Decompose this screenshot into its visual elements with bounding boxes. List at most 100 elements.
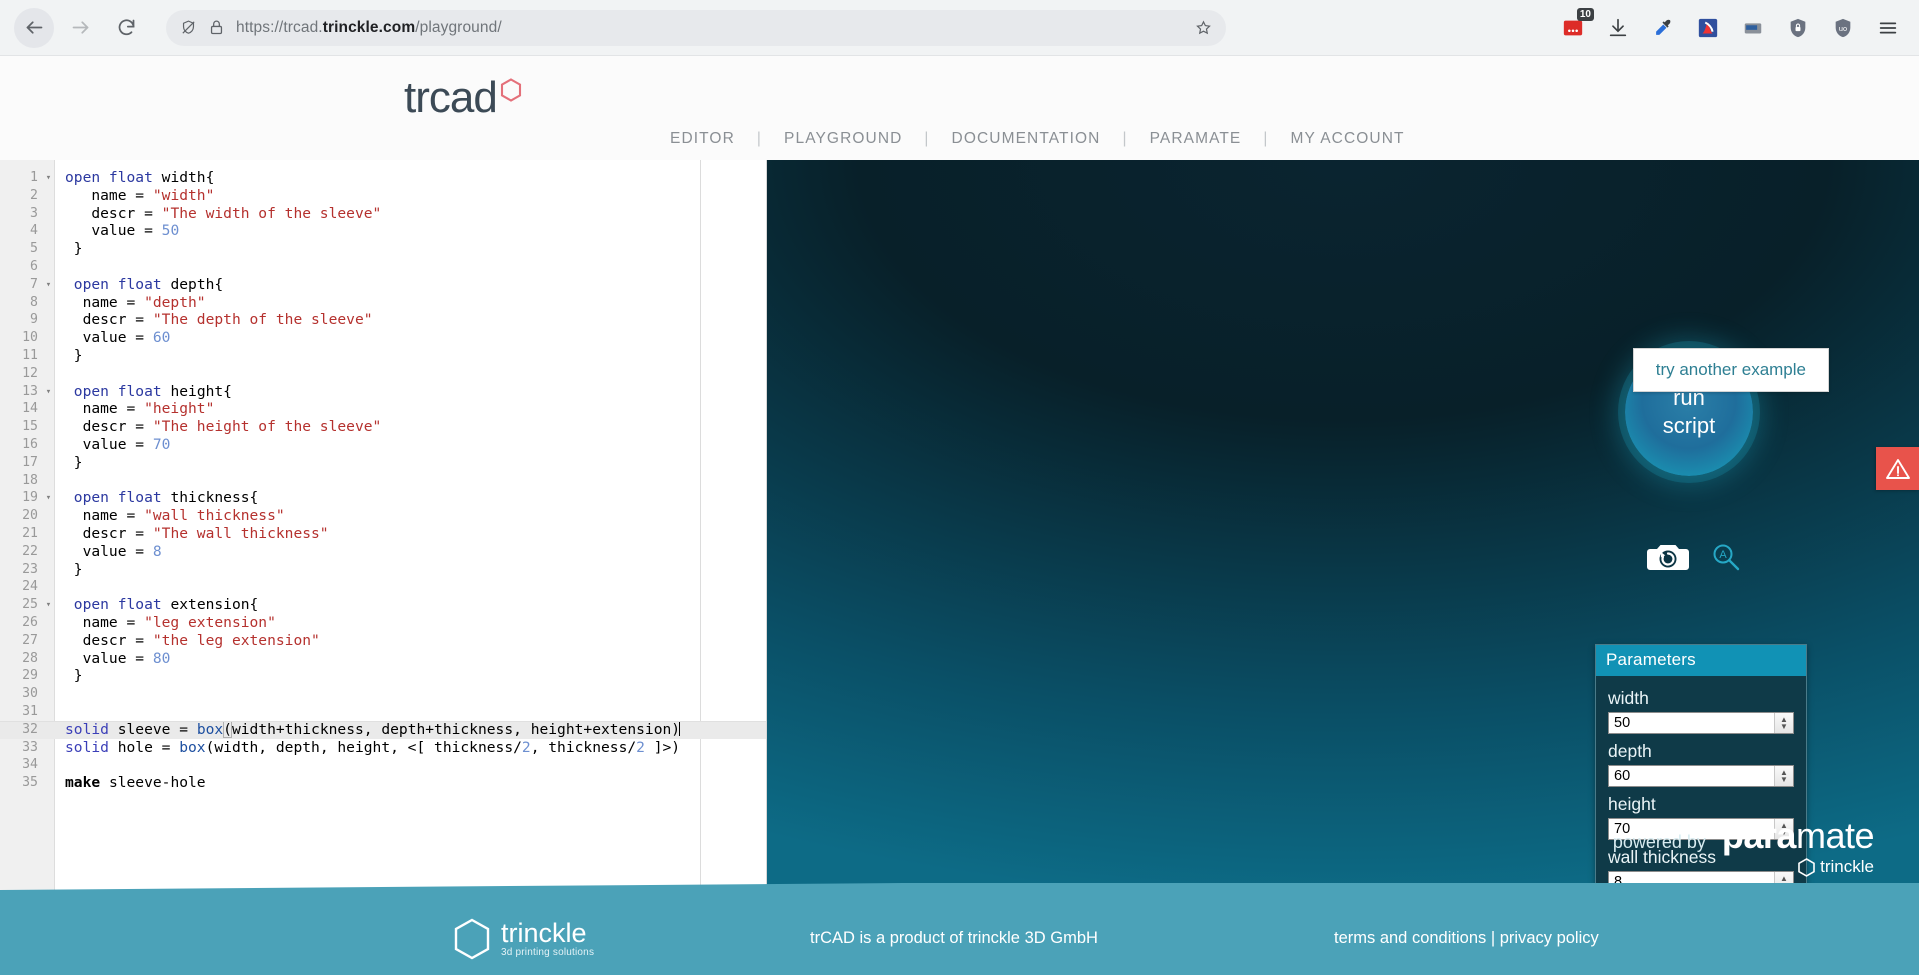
code-line[interactable]: 9 descr = "The depth of the sleeve" bbox=[0, 311, 766, 329]
code-line[interactable]: 22 value = 8 bbox=[0, 543, 766, 561]
fold-toggle-icon[interactable]: ▾ bbox=[42, 276, 55, 294]
code-line[interactable]: 29 } bbox=[0, 667, 766, 685]
code-line[interactable]: 35make sleeve-hole bbox=[0, 774, 766, 792]
code-line[interactable]: 16 value = 70 bbox=[0, 436, 766, 454]
paramate-logo-bold: para bbox=[1722, 815, 1796, 856]
star-icon[interactable] bbox=[1195, 19, 1212, 36]
code-lines[interactable]: 1▾open float width{2 name = "width"3 des… bbox=[0, 160, 766, 792]
code-line[interactable]: 3 descr = "The width of the sleeve" bbox=[0, 205, 766, 223]
code-line[interactable]: 25▾ open float extension{ bbox=[0, 596, 766, 614]
run-script-label-line2: script bbox=[1663, 412, 1716, 440]
parameter-stepper-depth[interactable]: ▲▼ bbox=[1774, 766, 1793, 786]
code-line[interactable]: 6 bbox=[0, 258, 766, 276]
parameter-input-width[interactable] bbox=[1608, 712, 1794, 734]
forward-button[interactable] bbox=[60, 8, 100, 48]
code-line[interactable]: 4 value = 50 bbox=[0, 222, 766, 240]
code-line[interactable]: 19▾ open float thickness{ bbox=[0, 489, 766, 507]
fold-toggle-icon[interactable]: ▾ bbox=[42, 169, 55, 187]
zoom-auto-icon[interactable]: A bbox=[1711, 542, 1741, 572]
code-line[interactable]: 20 name = "wall thickness" bbox=[0, 507, 766, 525]
code-line[interactable]: 21 descr = "The wall thickness" bbox=[0, 525, 766, 543]
parameter-input-depth[interactable] bbox=[1608, 765, 1794, 787]
eyedropper-button[interactable] bbox=[1650, 15, 1676, 41]
extension-colorful-button[interactable] bbox=[1695, 15, 1721, 41]
footer-logo[interactable]: trinckle 3d printing solutions bbox=[452, 917, 594, 961]
code-line[interactable]: 28 value = 80 bbox=[0, 650, 766, 668]
code-editor[interactable]: 1▾open float width{2 name = "width"3 des… bbox=[0, 160, 767, 902]
code-line[interactable]: 13▾ open float height{ bbox=[0, 383, 766, 401]
parameter-stepper-width[interactable]: ▲▼ bbox=[1774, 713, 1793, 733]
code-line[interactable]: 11 } bbox=[0, 347, 766, 365]
code-line[interactable]: 2 name = "width" bbox=[0, 187, 766, 205]
fold-toggle-icon bbox=[42, 454, 55, 472]
fold-toggle-icon[interactable]: ▾ bbox=[42, 489, 55, 507]
address-bar[interactable]: https://trcad.trinckle.com/playground/ bbox=[166, 10, 1226, 46]
code-line[interactable]: 18 bbox=[0, 472, 766, 490]
reload-icon bbox=[116, 17, 137, 38]
site-logo[interactable]: trcad bbox=[404, 76, 522, 120]
code-line[interactable]: 27 descr = "the leg extension" bbox=[0, 632, 766, 650]
stepper-down-icon[interactable]: ▼ bbox=[1780, 776, 1788, 783]
nav-item-editor[interactable]: EDITOR bbox=[648, 130, 757, 148]
fold-toggle-icon[interactable]: ▾ bbox=[42, 383, 55, 401]
fold-toggle-icon[interactable]: ▾ bbox=[42, 596, 55, 614]
back-button[interactable] bbox=[14, 8, 54, 48]
privacy-policy-link[interactable]: privacy policy bbox=[1500, 929, 1599, 947]
code-line[interactable]: 8 name = "depth" bbox=[0, 294, 766, 312]
code-text bbox=[55, 685, 65, 703]
shield-ublock-button[interactable]: uo bbox=[1830, 15, 1856, 41]
try-another-example-button[interactable]: try another example bbox=[1633, 348, 1829, 392]
line-number: 21 bbox=[0, 525, 42, 543]
download-button[interactable] bbox=[1605, 15, 1631, 41]
line-number: 26 bbox=[0, 614, 42, 632]
code-line[interactable]: 14 name = "height" bbox=[0, 400, 766, 418]
warning-triangle-icon bbox=[1885, 457, 1911, 481]
code-line[interactable]: 5 } bbox=[0, 240, 766, 258]
terms-and-conditions-link[interactable]: terms and conditions bbox=[1334, 929, 1486, 947]
line-number: 35 bbox=[0, 774, 42, 792]
code-text: open float extension{ bbox=[55, 596, 258, 614]
nav-item-documentation[interactable]: DOCUMENTATION bbox=[930, 130, 1123, 148]
extension-red-badge[interactable]: 10 bbox=[1560, 15, 1586, 41]
forward-arrow-icon bbox=[70, 17, 91, 38]
code-line[interactable]: 31 bbox=[0, 703, 766, 721]
code-line[interactable]: 33solid hole = box(width, depth, height,… bbox=[0, 739, 766, 757]
code-text: } bbox=[55, 454, 83, 472]
3d-viewport[interactable]: run script A try anothe bbox=[767, 160, 1919, 902]
code-text: open float thickness{ bbox=[55, 489, 258, 507]
line-number: 23 bbox=[0, 561, 42, 579]
code-text: open float width{ bbox=[55, 169, 214, 187]
code-line[interactable]: 30 bbox=[0, 685, 766, 703]
eyedropper-icon bbox=[1652, 17, 1674, 39]
code-line[interactable]: 10 value = 60 bbox=[0, 329, 766, 347]
code-line[interactable]: 23 } bbox=[0, 561, 766, 579]
code-line[interactable]: 34 bbox=[0, 756, 766, 774]
camera-reset-icon[interactable] bbox=[1647, 540, 1689, 574]
trinckle-hexagon-icon bbox=[452, 917, 492, 961]
browser-menu-button[interactable] bbox=[1875, 15, 1901, 41]
line-number: 14 bbox=[0, 400, 42, 418]
code-line[interactable]: 1▾open float width{ bbox=[0, 169, 766, 187]
nav-item-my-account[interactable]: MY ACCOUNT bbox=[1269, 130, 1427, 148]
fold-toggle-icon bbox=[42, 543, 55, 561]
fold-toggle-icon bbox=[42, 721, 55, 739]
code-line[interactable]: 12 bbox=[0, 365, 766, 383]
footer-center-text: trCAD is a product of trinckle 3D GmbH bbox=[810, 929, 1098, 948]
code-text: name = "depth" bbox=[55, 294, 206, 312]
nav-item-playground[interactable]: PLAYGROUND bbox=[762, 130, 924, 148]
line-number: 20 bbox=[0, 507, 42, 525]
warning-tab-button[interactable] bbox=[1876, 447, 1919, 490]
reload-button[interactable] bbox=[106, 8, 146, 48]
extension-card-button[interactable] bbox=[1740, 15, 1766, 41]
code-line[interactable]: 24 bbox=[0, 578, 766, 596]
code-line[interactable]: 26 name = "leg extension" bbox=[0, 614, 766, 632]
shield-lock-button[interactable] bbox=[1785, 15, 1811, 41]
footer-logo-tagline: 3d printing solutions bbox=[501, 947, 594, 958]
stepper-down-icon[interactable]: ▼ bbox=[1780, 723, 1788, 730]
code-line[interactable]: 7▾ open float depth{ bbox=[0, 276, 766, 294]
code-line[interactable]: 32solid sleeve = box(width+thickness, de… bbox=[0, 721, 766, 739]
code-line[interactable]: 17 } bbox=[0, 454, 766, 472]
code-text: solid hole = box(width, depth, height, <… bbox=[55, 739, 680, 757]
nav-item-paramate[interactable]: PARAMATE bbox=[1128, 130, 1264, 148]
code-line[interactable]: 15 descr = "The height of the sleeve" bbox=[0, 418, 766, 436]
